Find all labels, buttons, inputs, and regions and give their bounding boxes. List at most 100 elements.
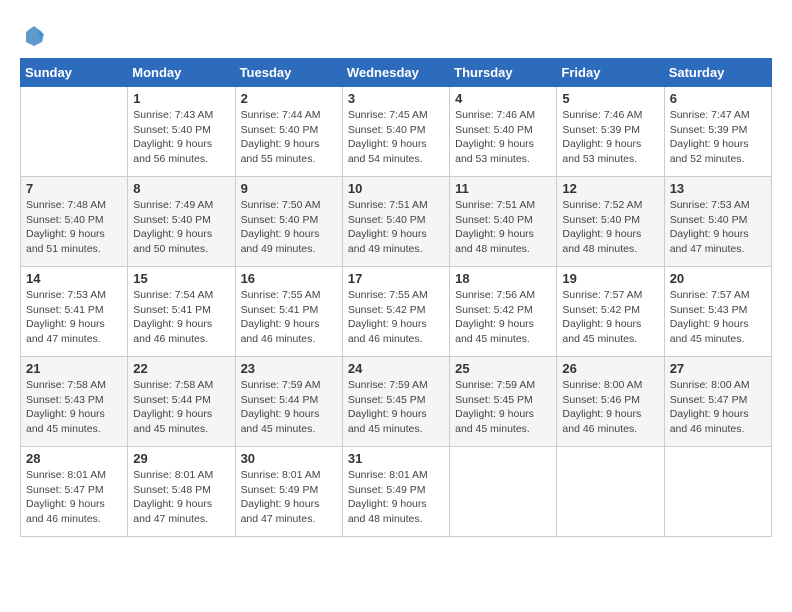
weekday-thursday: Thursday: [450, 59, 557, 87]
day-info: Sunrise: 8:00 AMSunset: 5:46 PMDaylight:…: [562, 378, 658, 437]
day-info: Sunrise: 7:59 AMSunset: 5:44 PMDaylight:…: [241, 378, 337, 437]
day-info: Sunrise: 7:51 AMSunset: 5:40 PMDaylight:…: [348, 198, 444, 257]
calendar-cell: 27 Sunrise: 8:00 AMSunset: 5:47 PMDayligh…: [664, 357, 771, 447]
calendar-cell: [557, 447, 664, 537]
logo-text: [20, 24, 46, 48]
calendar-cell: 23 Sunrise: 7:59 AMSunset: 5:44 PMDayligh…: [235, 357, 342, 447]
day-info: Sunrise: 7:57 AMSunset: 5:42 PMDaylight:…: [562, 288, 658, 347]
logo-icon: [22, 24, 46, 48]
page-container: SundayMondayTuesdayWednesdayThursdayFrid…: [20, 20, 772, 537]
day-number: 1: [133, 91, 229, 106]
day-info: Sunrise: 7:55 AMSunset: 5:42 PMDaylight:…: [348, 288, 444, 347]
weekday-wednesday: Wednesday: [342, 59, 449, 87]
calendar-cell: 10 Sunrise: 7:51 AMSunset: 5:40 PMDayligh…: [342, 177, 449, 267]
calendar-cell: 1 Sunrise: 7:43 AMSunset: 5:40 PMDaylight…: [128, 87, 235, 177]
calendar-cell: 28 Sunrise: 8:01 AMSunset: 5:47 PMDayligh…: [21, 447, 128, 537]
day-number: 15: [133, 271, 229, 286]
calendar-cell: 11Sunrise: 7:51 AMSunset: 5:40 PMDayligh…: [450, 177, 557, 267]
day-number: 2: [241, 91, 337, 106]
calendar-cell: 29Sunrise: 8:01 AMSunset: 5:48 PMDayligh…: [128, 447, 235, 537]
calendar-cell: 13 Sunrise: 7:53 AMSunset: 5:40 PMDayligh…: [664, 177, 771, 267]
day-number: 6: [670, 91, 766, 106]
weekday-friday: Friday: [557, 59, 664, 87]
day-number: 8: [133, 181, 229, 196]
calendar-cell: 30Sunrise: 8:01 AMSunset: 5:49 PMDayligh…: [235, 447, 342, 537]
day-info: Sunrise: 7:59 AMSunset: 5:45 PMDaylight:…: [455, 378, 551, 437]
day-info: Sunrise: 7:57 AMSunset: 5:43 PMDaylight:…: [670, 288, 766, 347]
calendar-cell: 26 Sunrise: 8:00 AMSunset: 5:46 PMDayligh…: [557, 357, 664, 447]
day-info: Sunrise: 7:43 AMSunset: 5:40 PMDaylight:…: [133, 108, 229, 167]
day-number: 22: [133, 361, 229, 376]
day-number: 21: [26, 361, 122, 376]
day-info: Sunrise: 7:58 AMSunset: 5:44 PMDaylight:…: [133, 378, 229, 437]
calendar-cell: 24 Sunrise: 7:59 AMSunset: 5:45 PMDayligh…: [342, 357, 449, 447]
calendar-cell: 25Sunrise: 7:59 AMSunset: 5:45 PMDayligh…: [450, 357, 557, 447]
day-info: Sunrise: 7:53 AMSunset: 5:41 PMDaylight:…: [26, 288, 122, 347]
day-number: 7: [26, 181, 122, 196]
day-number: 27: [670, 361, 766, 376]
calendar-cell: 16 Sunrise: 7:55 AMSunset: 5:41 PMDayligh…: [235, 267, 342, 357]
day-info: Sunrise: 7:58 AMSunset: 5:43 PMDaylight:…: [26, 378, 122, 437]
day-info: Sunrise: 8:00 AMSunset: 5:47 PMDaylight:…: [670, 378, 766, 437]
logo: [20, 24, 46, 48]
calendar-cell: 9Sunrise: 7:50 AMSunset: 5:40 PMDaylight…: [235, 177, 342, 267]
calendar-cell: 7 Sunrise: 7:48 AMSunset: 5:40 PMDaylight…: [21, 177, 128, 267]
day-info: Sunrise: 8:01 AMSunset: 5:49 PMDaylight:…: [348, 468, 444, 527]
calendar-cell: [664, 447, 771, 537]
calendar-cell: 22 Sunrise: 7:58 AMSunset: 5:44 PMDayligh…: [128, 357, 235, 447]
day-number: 31: [348, 451, 444, 466]
day-info: Sunrise: 7:47 AMSunset: 5:39 PMDaylight:…: [670, 108, 766, 167]
day-info: Sunrise: 7:55 AMSunset: 5:41 PMDaylight:…: [241, 288, 337, 347]
day-number: 13: [670, 181, 766, 196]
calendar-cell: 2 Sunrise: 7:44 AMSunset: 5:40 PMDaylight…: [235, 87, 342, 177]
day-number: 18: [455, 271, 551, 286]
calendar-cell: 12 Sunrise: 7:52 AMSunset: 5:40 PMDayligh…: [557, 177, 664, 267]
day-number: 26: [562, 361, 658, 376]
weekday-saturday: Saturday: [664, 59, 771, 87]
day-number: 23: [241, 361, 337, 376]
calendar-cell: 4Sunrise: 7:46 AMSunset: 5:40 PMDaylight…: [450, 87, 557, 177]
day-number: 10: [348, 181, 444, 196]
week-row-2: 14 Sunrise: 7:53 AMSunset: 5:41 PMDayligh…: [21, 267, 772, 357]
calendar-cell: 8 Sunrise: 7:49 AMSunset: 5:40 PMDaylight…: [128, 177, 235, 267]
day-number: 29: [133, 451, 229, 466]
day-number: 14: [26, 271, 122, 286]
day-info: Sunrise: 7:59 AMSunset: 5:45 PMDaylight:…: [348, 378, 444, 437]
day-info: Sunrise: 7:48 AMSunset: 5:40 PMDaylight:…: [26, 198, 122, 257]
day-number: 16: [241, 271, 337, 286]
day-info: Sunrise: 7:49 AMSunset: 5:40 PMDaylight:…: [133, 198, 229, 257]
weekday-header-row: SundayMondayTuesdayWednesdayThursdayFrid…: [21, 59, 772, 87]
day-info: Sunrise: 7:45 AMSunset: 5:40 PMDaylight:…: [348, 108, 444, 167]
calendar-cell: 15 Sunrise: 7:54 AMSunset: 5:41 PMDayligh…: [128, 267, 235, 357]
weekday-monday: Monday: [128, 59, 235, 87]
day-info: Sunrise: 7:54 AMSunset: 5:41 PMDaylight:…: [133, 288, 229, 347]
weekday-tuesday: Tuesday: [235, 59, 342, 87]
calendar-cell: 17 Sunrise: 7:55 AMSunset: 5:42 PMDayligh…: [342, 267, 449, 357]
day-number: 24: [348, 361, 444, 376]
week-row-0: 1 Sunrise: 7:43 AMSunset: 5:40 PMDaylight…: [21, 87, 772, 177]
day-info: Sunrise: 7:53 AMSunset: 5:40 PMDaylight:…: [670, 198, 766, 257]
day-info: Sunrise: 7:56 AMSunset: 5:42 PMDaylight:…: [455, 288, 551, 347]
calendar-cell: 18 Sunrise: 7:56 AMSunset: 5:42 PMDayligh…: [450, 267, 557, 357]
day-info: Sunrise: 8:01 AMSunset: 5:49 PMDaylight:…: [241, 468, 337, 527]
day-info: Sunrise: 7:44 AMSunset: 5:40 PMDaylight:…: [241, 108, 337, 167]
day-number: 17: [348, 271, 444, 286]
day-number: 12: [562, 181, 658, 196]
calendar-cell: [21, 87, 128, 177]
calendar-cell: 19Sunrise: 7:57 AMSunset: 5:42 PMDayligh…: [557, 267, 664, 357]
calendar-cell: 14 Sunrise: 7:53 AMSunset: 5:41 PMDayligh…: [21, 267, 128, 357]
calendar-cell: 20Sunrise: 7:57 AMSunset: 5:43 PMDayligh…: [664, 267, 771, 357]
day-number: 28: [26, 451, 122, 466]
week-row-1: 7 Sunrise: 7:48 AMSunset: 5:40 PMDaylight…: [21, 177, 772, 267]
day-number: 5: [562, 91, 658, 106]
day-info: Sunrise: 7:52 AMSunset: 5:40 PMDaylight:…: [562, 198, 658, 257]
week-row-3: 21 Sunrise: 7:58 AMSunset: 5:43 PMDayligh…: [21, 357, 772, 447]
day-info: Sunrise: 8:01 AMSunset: 5:47 PMDaylight:…: [26, 468, 122, 527]
day-number: 3: [348, 91, 444, 106]
calendar-cell: 21 Sunrise: 7:58 AMSunset: 5:43 PMDayligh…: [21, 357, 128, 447]
day-number: 4: [455, 91, 551, 106]
day-number: 9: [241, 181, 337, 196]
day-info: Sunrise: 7:46 AMSunset: 5:39 PMDaylight:…: [562, 108, 658, 167]
calendar-cell: 6 Sunrise: 7:47 AMSunset: 5:39 PMDaylight…: [664, 87, 771, 177]
week-row-4: 28 Sunrise: 8:01 AMSunset: 5:47 PMDayligh…: [21, 447, 772, 537]
